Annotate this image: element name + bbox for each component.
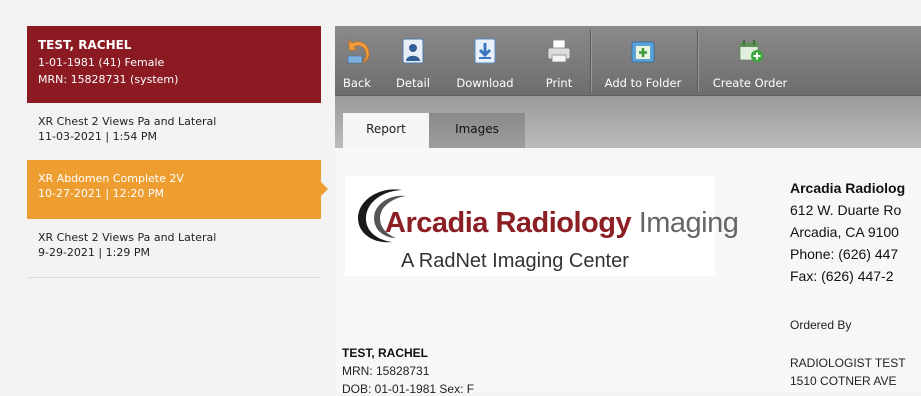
- download-icon: [474, 38, 496, 64]
- facility-logo: Arcadia Radiology Imaging A RadNet Imagi…: [345, 176, 739, 276]
- facility-name: Arcadia Radiolog: [790, 180, 906, 196]
- toolbar-divider: [590, 30, 591, 92]
- report-patient-mrn: MRN: 15828731: [342, 364, 430, 378]
- create-order-label: Create Order: [712, 76, 788, 90]
- add-to-folder-button[interactable]: Add to Folder: [593, 26, 693, 95]
- detail-label: Detail: [396, 76, 430, 90]
- patient-mrn: MRN: 15828731 (system): [38, 73, 179, 86]
- detail-person-icon: [402, 38, 424, 64]
- study-title: XR Chest 2 Views Pa and Lateral: [38, 115, 217, 128]
- back-button[interactable]: Back: [338, 26, 376, 95]
- logo-brand: Arcadia Radiology: [385, 207, 632, 239]
- back-label: Back: [343, 76, 371, 90]
- tab-images[interactable]: Images: [429, 113, 525, 148]
- tab-report[interactable]: Report: [343, 113, 429, 148]
- patient-header: TEST, RACHEL 1-01-1981 (41) Female MRN: …: [27, 26, 321, 103]
- report-patient-name: TEST, RACHEL: [342, 346, 429, 360]
- detail-button[interactable]: Detail: [393, 26, 433, 95]
- create-order-icon: [739, 40, 763, 62]
- study-title: XR Chest 2 Views Pa and Lateral: [38, 231, 217, 244]
- download-label: Download: [456, 76, 514, 90]
- facility-info: Arcadia Radiolog 612 W. Duarte Ro Arcadi…: [790, 180, 921, 284]
- study-title: XR Abdomen Complete 2V: [38, 172, 184, 185]
- download-button[interactable]: Download: [449, 26, 521, 95]
- ordered-by-label: Ordered By: [790, 318, 852, 332]
- facility-address-line2: Arcadia, CA 9100: [790, 224, 899, 240]
- study-datetime: 11-03-2021 | 1:54 PM: [38, 130, 157, 143]
- print-label: Print: [545, 76, 573, 90]
- back-arrow-icon: [347, 39, 370, 64]
- view-tabs: Report Images: [335, 96, 921, 148]
- add-to-folder-icon: [631, 41, 655, 63]
- study-datetime: 10-27-2021 | 12:20 PM: [38, 187, 164, 200]
- report-document: Arcadia Radiology Imaging A RadNet Imagi…: [335, 148, 921, 396]
- study-sidebar: TEST, RACHEL 1-01-1981 (41) Female MRN: …: [27, 26, 328, 393]
- logo-wordmark: Arcadia Radiology Imaging: [385, 207, 739, 240]
- add-to-folder-label: Add to Folder: [604, 76, 682, 90]
- study-list-item[interactable]: XR Chest 2 Views Pa and Lateral 11-03-20…: [27, 103, 321, 161]
- study-list-item[interactable]: XR Chest 2 Views Pa and Lateral 9-29-202…: [27, 219, 321, 278]
- ordered-by-address: 1510 COTNER AVE: [790, 374, 897, 388]
- study-datetime: 9-29-2021 | 1:29 PM: [38, 246, 150, 259]
- printer-icon: [547, 39, 571, 63]
- facility-address-line1: 612 W. Duarte Ro: [790, 202, 902, 218]
- facility-fax: Fax: (626) 447-2: [790, 268, 894, 284]
- patient-dob: 1-01-1981 (41) Female: [38, 56, 165, 69]
- facility-phone: Phone: (626) 447: [790, 246, 899, 262]
- print-button[interactable]: Print: [538, 26, 580, 95]
- ordered-by-name: RADIOLOGIST TEST: [790, 356, 906, 370]
- patient-name: TEST, RACHEL: [38, 38, 132, 52]
- report-toolbar: Back Detail Download Print Add to Folder…: [335, 26, 921, 96]
- study-list-item-selected[interactable]: XR Abdomen Complete 2V 10-27-2021 | 12:2…: [27, 160, 328, 219]
- logo-tagline: A RadNet Imaging Center: [401, 250, 629, 272]
- create-order-button[interactable]: Create Order: [701, 26, 799, 95]
- report-patient-dob-sex: DOB: 01-01-1981 Sex: F: [342, 382, 475, 396]
- logo-imaging: Imaging: [638, 207, 739, 239]
- toolbar-divider: [697, 30, 698, 92]
